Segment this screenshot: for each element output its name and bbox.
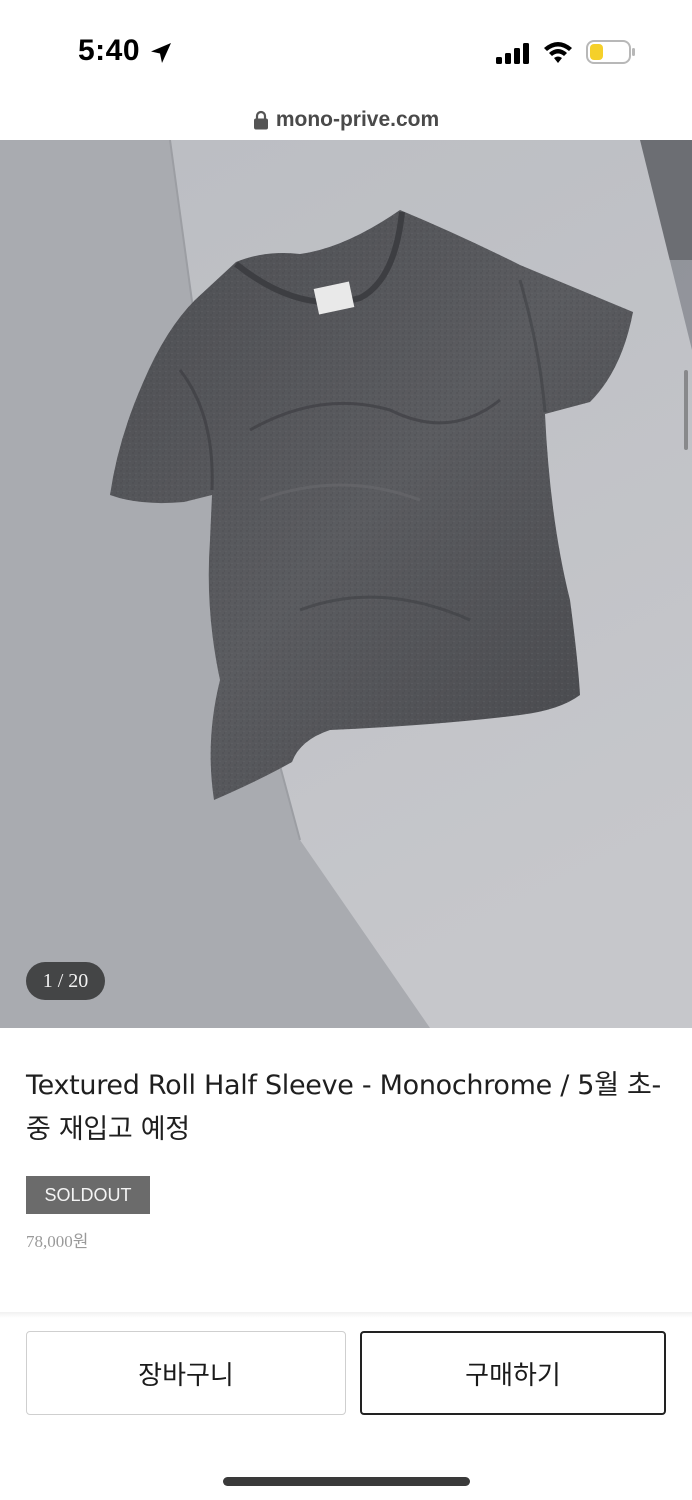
wifi-icon	[544, 42, 572, 63]
lock-icon	[253, 110, 268, 130]
image-counter: 1 / 20	[26, 962, 105, 1000]
status-bar: 5:40	[0, 0, 692, 100]
product-image[interactable]	[0, 140, 692, 1028]
action-bar-divider	[0, 1312, 692, 1318]
add-to-cart-button[interactable]: 장바구니	[26, 1331, 346, 1415]
product-title: Textured Roll Half Sleeve - Monochrome /…	[26, 1070, 661, 1145]
battery-low-icon	[586, 40, 635, 64]
product-price: 78,000원	[26, 1232, 89, 1251]
cellular-signal-icon	[496, 43, 529, 64]
product-page: 5:40 mono-prive.com 1 / 20 Textured Roll…	[0, 0, 692, 1500]
address-bar[interactable]: mono-prive.com	[0, 100, 692, 140]
home-indicator[interactable]	[223, 1477, 470, 1486]
url-text: mono-prive.com	[275, 108, 440, 131]
status-time: 5:40	[78, 34, 141, 67]
tshirt-photo	[0, 140, 692, 1028]
buy-now-button[interactable]: 구매하기	[360, 1331, 666, 1415]
page-scrollbar[interactable]	[684, 370, 688, 450]
status-badge: SOLDOUT	[26, 1176, 150, 1214]
location-arrow-icon	[151, 43, 171, 63]
